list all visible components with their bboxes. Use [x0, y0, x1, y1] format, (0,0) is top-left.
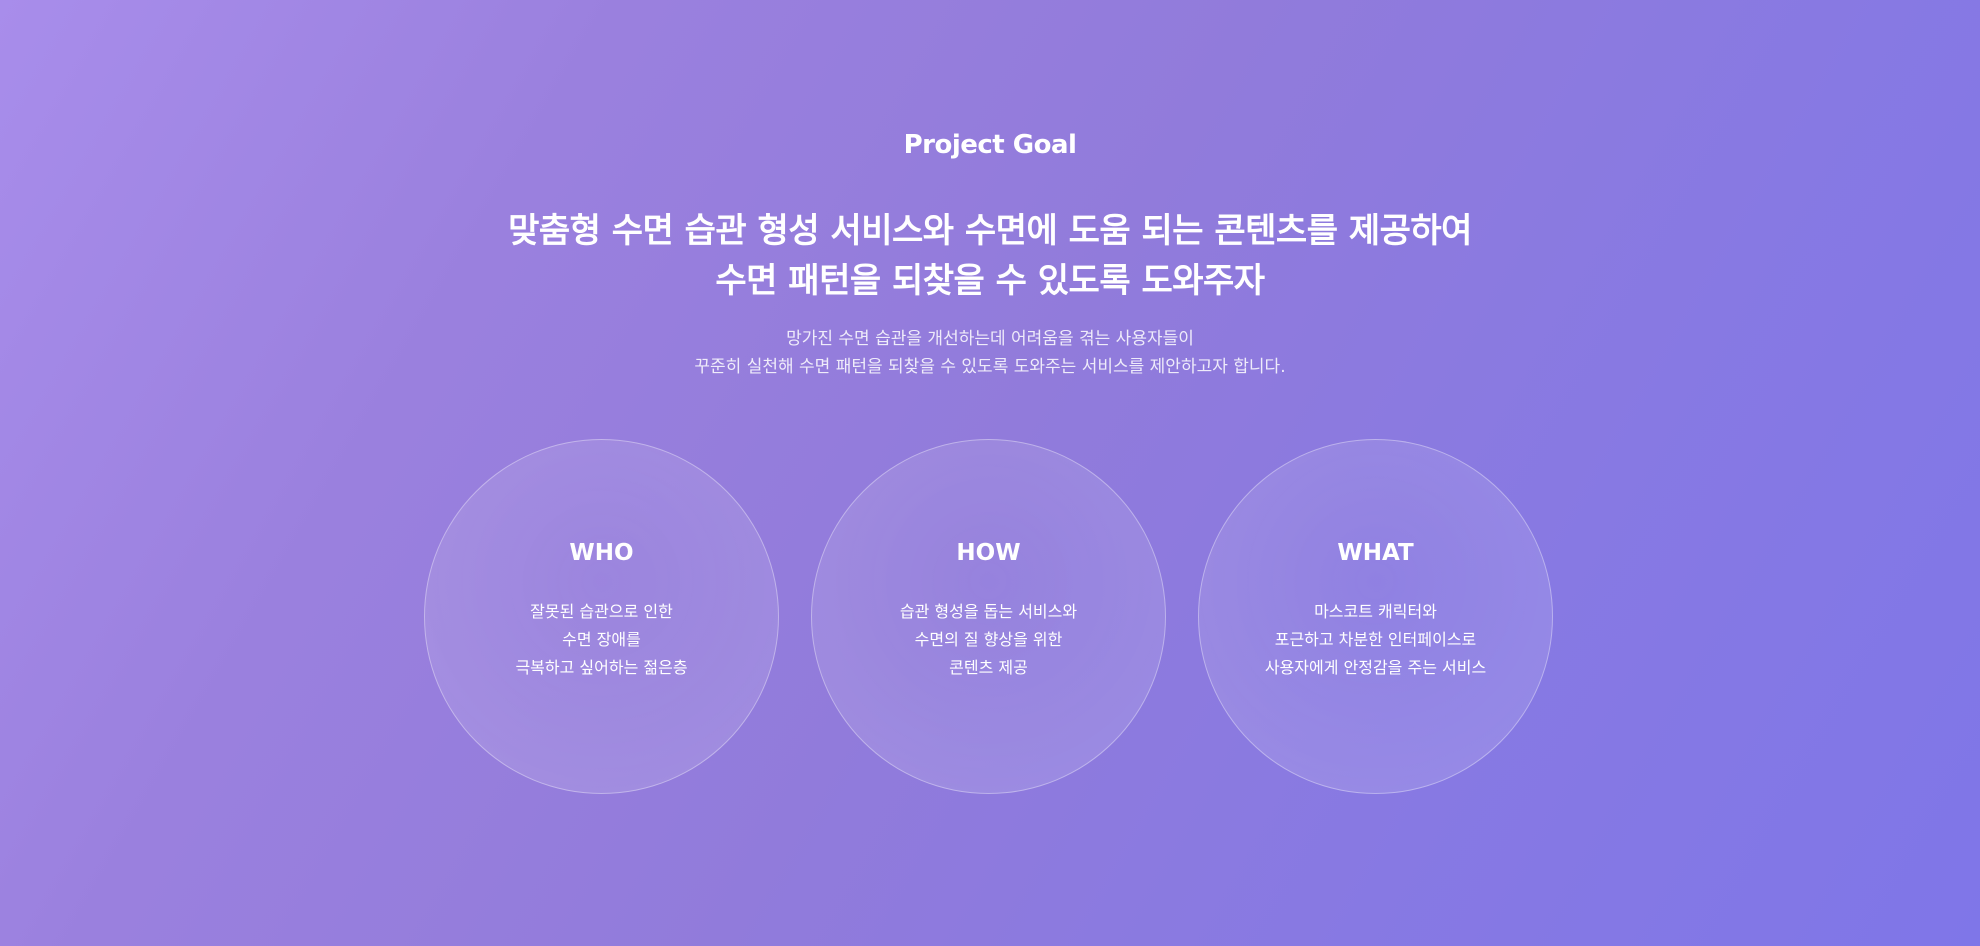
section-headline: 맞춤형 수면 습관 형성 서비스와 수면에 도움 되는 콘텐츠를 제공하여 수면… — [0, 206, 1980, 306]
headline-line-1: 맞춤형 수면 습관 형성 서비스와 수면에 도움 되는 콘텐츠를 제공하여 — [508, 211, 1472, 251]
how-title: HOW — [956, 540, 1021, 566]
intro-line-2: 꾸준히 실천해 수면 패턴을 되찾을 수 있도록 도와주는 서비스를 제안하고자… — [694, 357, 1286, 377]
project-goal-section: Project Goal 맞춤형 수면 습관 형성 서비스와 수면에 도움 되는… — [0, 0, 1980, 946]
who-title: WHO — [569, 540, 634, 566]
intro-line-1: 망가진 수면 습관을 개선하는데 어려움을 겪는 사용자들이 — [786, 329, 1194, 349]
section-eyebrow: Project Goal — [903, 130, 1077, 160]
who-line: 잘못된 습관으로 인한 — [530, 602, 673, 621]
goal-circles: WHO 잘못된 습관으로 인한 수면 장애를 극복하고 싶어하는 젊은층 HOW… — [424, 439, 1556, 796]
who-line: 수면 장애를 — [562, 630, 641, 649]
headline-line-2: 수면 패턴을 되찾을 수 있도록 도와주자 — [715, 261, 1265, 301]
how-line: 콘텐츠 제공 — [949, 658, 1028, 677]
what-line: 포근하고 차분한 인터페이스로 — [1274, 630, 1477, 649]
how-circle: HOW 습관 형성을 돕는 서비스와 수면의 질 향상을 위한 콘텐츠 제공 — [811, 439, 1166, 794]
who-description: 잘못된 습관으로 인한 수면 장애를 극복하고 싶어하는 젊은층 — [425, 598, 778, 682]
who-line: 극복하고 싶어하는 젊은층 — [515, 658, 688, 677]
how-line: 습관 형성을 돕는 서비스와 — [899, 602, 1078, 621]
what-line: 사용자에게 안정감을 주는 서비스 — [1264, 658, 1487, 677]
what-line: 마스코트 캐릭터와 — [1314, 602, 1437, 621]
what-title: WHAT — [1337, 540, 1414, 566]
what-circle: WHAT 마스코트 캐릭터와 포근하고 차분한 인터페이스로 사용자에게 안정감… — [1198, 439, 1553, 794]
who-circle: WHO 잘못된 습관으로 인한 수면 장애를 극복하고 싶어하는 젊은층 — [424, 439, 779, 794]
what-description: 마스코트 캐릭터와 포근하고 차분한 인터페이스로 사용자에게 안정감을 주는 … — [1199, 598, 1552, 682]
how-line: 수면의 질 향상을 위한 — [914, 630, 1063, 649]
section-intro: 망가진 수면 습관을 개선하는데 어려움을 겪는 사용자들이 꾸준히 실천해 수… — [0, 325, 1980, 381]
how-description: 습관 형성을 돕는 서비스와 수면의 질 향상을 위한 콘텐츠 제공 — [812, 598, 1165, 682]
